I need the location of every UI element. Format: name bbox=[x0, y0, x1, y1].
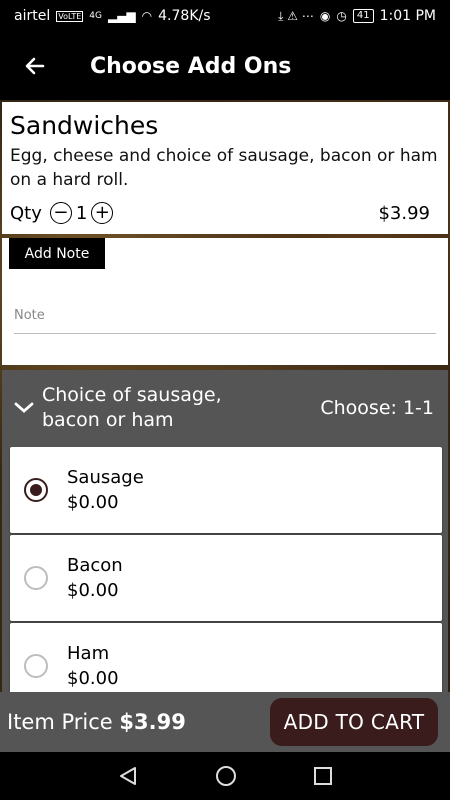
item-price-label: Item Price bbox=[7, 710, 120, 734]
radio-button[interactable] bbox=[24, 478, 48, 502]
radio-button[interactable] bbox=[24, 566, 48, 590]
add-note-button[interactable]: Add Note bbox=[9, 238, 105, 269]
alarm-icon: ◷ bbox=[336, 9, 347, 23]
nav-home-icon[interactable] bbox=[214, 764, 238, 788]
qty-label: Qty bbox=[10, 202, 42, 224]
quantity-stepper: Qty − 1 + bbox=[10, 202, 114, 224]
eye-icon: ◉ bbox=[319, 9, 331, 23]
choice-group: Choice of sausage, bacon or ham Choose: … bbox=[2, 370, 448, 709]
choice-group-title: Choice of sausage, bacon or ham bbox=[42, 384, 222, 431]
network-type: 4G bbox=[89, 11, 102, 21]
bottom-price-bar: Item Price $3.99 ADD TO CART bbox=[0, 692, 450, 752]
qty-value: 1 bbox=[75, 202, 88, 224]
chevron-down-icon bbox=[6, 402, 42, 414]
page-title: Choose Add Ons bbox=[90, 53, 292, 79]
signal-icon: ▂▄▆ bbox=[107, 9, 136, 23]
note-card: Add Note bbox=[2, 238, 448, 365]
add-to-cart-button[interactable]: ADD TO CART bbox=[270, 698, 438, 746]
wifi-icon: ◠ bbox=[141, 9, 153, 23]
plus-circle-icon[interactable]: + bbox=[91, 202, 114, 224]
quantity-row: Qty − 1 + $3.99 bbox=[10, 202, 430, 224]
status-bar: airtel VoLTE 4G ▂▄▆ ◠ 4.78K/s ⤓ ⚠ ⋯ ◉ ◷ … bbox=[0, 0, 450, 32]
note-input[interactable] bbox=[14, 298, 436, 334]
app-bar: Choose Add Ons bbox=[0, 32, 450, 100]
nav-back-icon[interactable] bbox=[117, 765, 139, 787]
option-sausage[interactable]: Sausage $0.00 bbox=[10, 447, 442, 533]
network-speed: 4.78K/s bbox=[158, 8, 211, 24]
carrier-label: airtel bbox=[14, 8, 51, 24]
item-card: Sandwiches Egg, cheese and choice of sau… bbox=[2, 102, 448, 234]
choice-rule: Choose: 1-1 bbox=[320, 397, 434, 419]
back-arrow-icon bbox=[25, 57, 45, 75]
status-right: ⤓ ⚠ ⋯ ◉ ◷ 41 1:01 PM bbox=[278, 8, 436, 24]
option-price: $0.00 bbox=[67, 668, 119, 689]
battery-icon: 41 bbox=[352, 9, 374, 23]
item-price-total: $3.99 bbox=[119, 710, 186, 734]
item-price-value: $3.99 bbox=[378, 202, 430, 224]
clock: 1:01 PM bbox=[379, 8, 436, 24]
nav-recents-icon[interactable] bbox=[313, 766, 333, 786]
option-name: Bacon bbox=[67, 555, 123, 576]
back-button[interactable] bbox=[0, 32, 70, 100]
option-name: Ham bbox=[67, 643, 110, 664]
status-left: airtel VoLTE 4G ▂▄▆ ◠ 4.78K/s bbox=[14, 8, 211, 24]
option-price: $0.00 bbox=[67, 492, 119, 513]
item-price-summary: Item Price $3.99 bbox=[7, 710, 186, 734]
option-bacon[interactable]: Bacon $0.00 bbox=[10, 535, 442, 621]
item-description: Egg, cheese and choice of sausage, bacon… bbox=[10, 146, 438, 190]
choice-group-header[interactable]: Choice of sausage, bacon or ham Choose: … bbox=[2, 370, 448, 446]
option-price: $0.00 bbox=[67, 580, 119, 601]
system-nav-bar bbox=[0, 752, 450, 800]
minus-circle-icon[interactable]: − bbox=[49, 202, 72, 224]
volte-badge: VoLTE bbox=[56, 10, 84, 22]
notification-icons: ⤓ ⚠ ⋯ bbox=[278, 8, 314, 23]
option-name: Sausage bbox=[67, 467, 144, 488]
item-name: Sandwiches bbox=[10, 111, 159, 140]
radio-button[interactable] bbox=[24, 654, 48, 678]
